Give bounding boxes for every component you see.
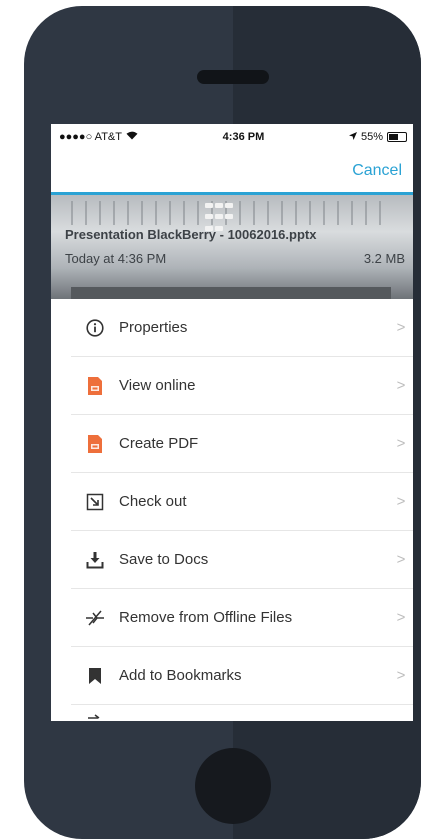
file-size: 3.2 MB	[363, 251, 405, 266]
chevron-right-icon: >	[396, 493, 406, 510]
menu-item-partial[interactable]	[71, 705, 413, 721]
preview-strip	[71, 287, 391, 299]
chevron-right-icon: >	[396, 377, 406, 394]
menu-item-label: Create PDF	[119, 435, 199, 452]
status-right: 55%	[348, 131, 407, 143]
file-meta: Today at 4:36 PM 3.2 MB	[65, 251, 405, 266]
menu-item-add-bookmarks[interactable]: Add to Bookmarks >	[71, 647, 413, 705]
file-modified: Today at 4:36 PM	[65, 251, 167, 266]
menu-item-save-to-docs[interactable]: Save to Docs >	[71, 531, 413, 589]
presentation-file-icon	[71, 434, 119, 454]
menu-item-label: Check out	[119, 493, 187, 510]
menu-item-label: Add to Bookmarks	[119, 667, 242, 684]
chevron-right-icon: >	[396, 667, 406, 684]
carrier-label: ●●●●○ AT&T	[59, 131, 122, 143]
chevron-right-icon: >	[396, 319, 406, 336]
menu-item-view-online[interactable]: View online >	[71, 357, 413, 415]
info-icon	[71, 318, 119, 337]
home-button[interactable]	[195, 748, 271, 824]
bookmark-icon	[71, 667, 119, 685]
menu-item-create-pdf[interactable]: Create PDF >	[71, 415, 413, 473]
menu-item-label: Save to Docs	[119, 551, 209, 568]
menu-item-label: Remove from Offline Files	[119, 609, 293, 626]
wifi-icon	[126, 131, 138, 143]
status-left: ●●●●○ AT&T	[59, 131, 138, 143]
menu-item-remove-offline[interactable]: Remove from Offline Files >	[71, 589, 413, 647]
chevron-right-icon: >	[396, 609, 406, 626]
check-out-icon	[71, 493, 119, 511]
download-icon	[71, 551, 119, 569]
phone-speaker	[197, 70, 269, 84]
status-bar: ●●●●○ AT&T 4:36 PM 55%	[51, 124, 413, 150]
chevron-right-icon: >	[396, 435, 406, 452]
navigation-bar: Cancel	[51, 150, 413, 195]
menu-item-check-out[interactable]: Check out >	[71, 473, 413, 531]
menu-item-properties[interactable]: Properties >	[71, 299, 413, 357]
battery-percent: 55%	[360, 131, 383, 143]
chevron-right-icon: >	[396, 551, 406, 568]
status-time: 4:36 PM	[222, 131, 265, 143]
action-menu: Properties > View online > Create PDF > …	[71, 299, 413, 721]
file-preview-header: Presentation BlackBerry - 10062016.pptx …	[51, 195, 413, 299]
presentation-file-icon	[71, 376, 119, 396]
cancel-button[interactable]: Cancel	[352, 162, 402, 180]
location-arrow-icon	[348, 131, 357, 143]
menu-item-label: View online	[119, 377, 196, 394]
battery-icon	[386, 132, 407, 142]
menu-item-label: Properties	[119, 319, 188, 336]
phone-screen: ●●●●○ AT&T 4:36 PM 55% Cancel Presentati…	[51, 124, 413, 721]
share-icon	[71, 710, 119, 720]
file-name: Presentation BlackBerry - 10062016.pptx	[65, 227, 317, 242]
offline-remove-icon	[71, 609, 119, 627]
